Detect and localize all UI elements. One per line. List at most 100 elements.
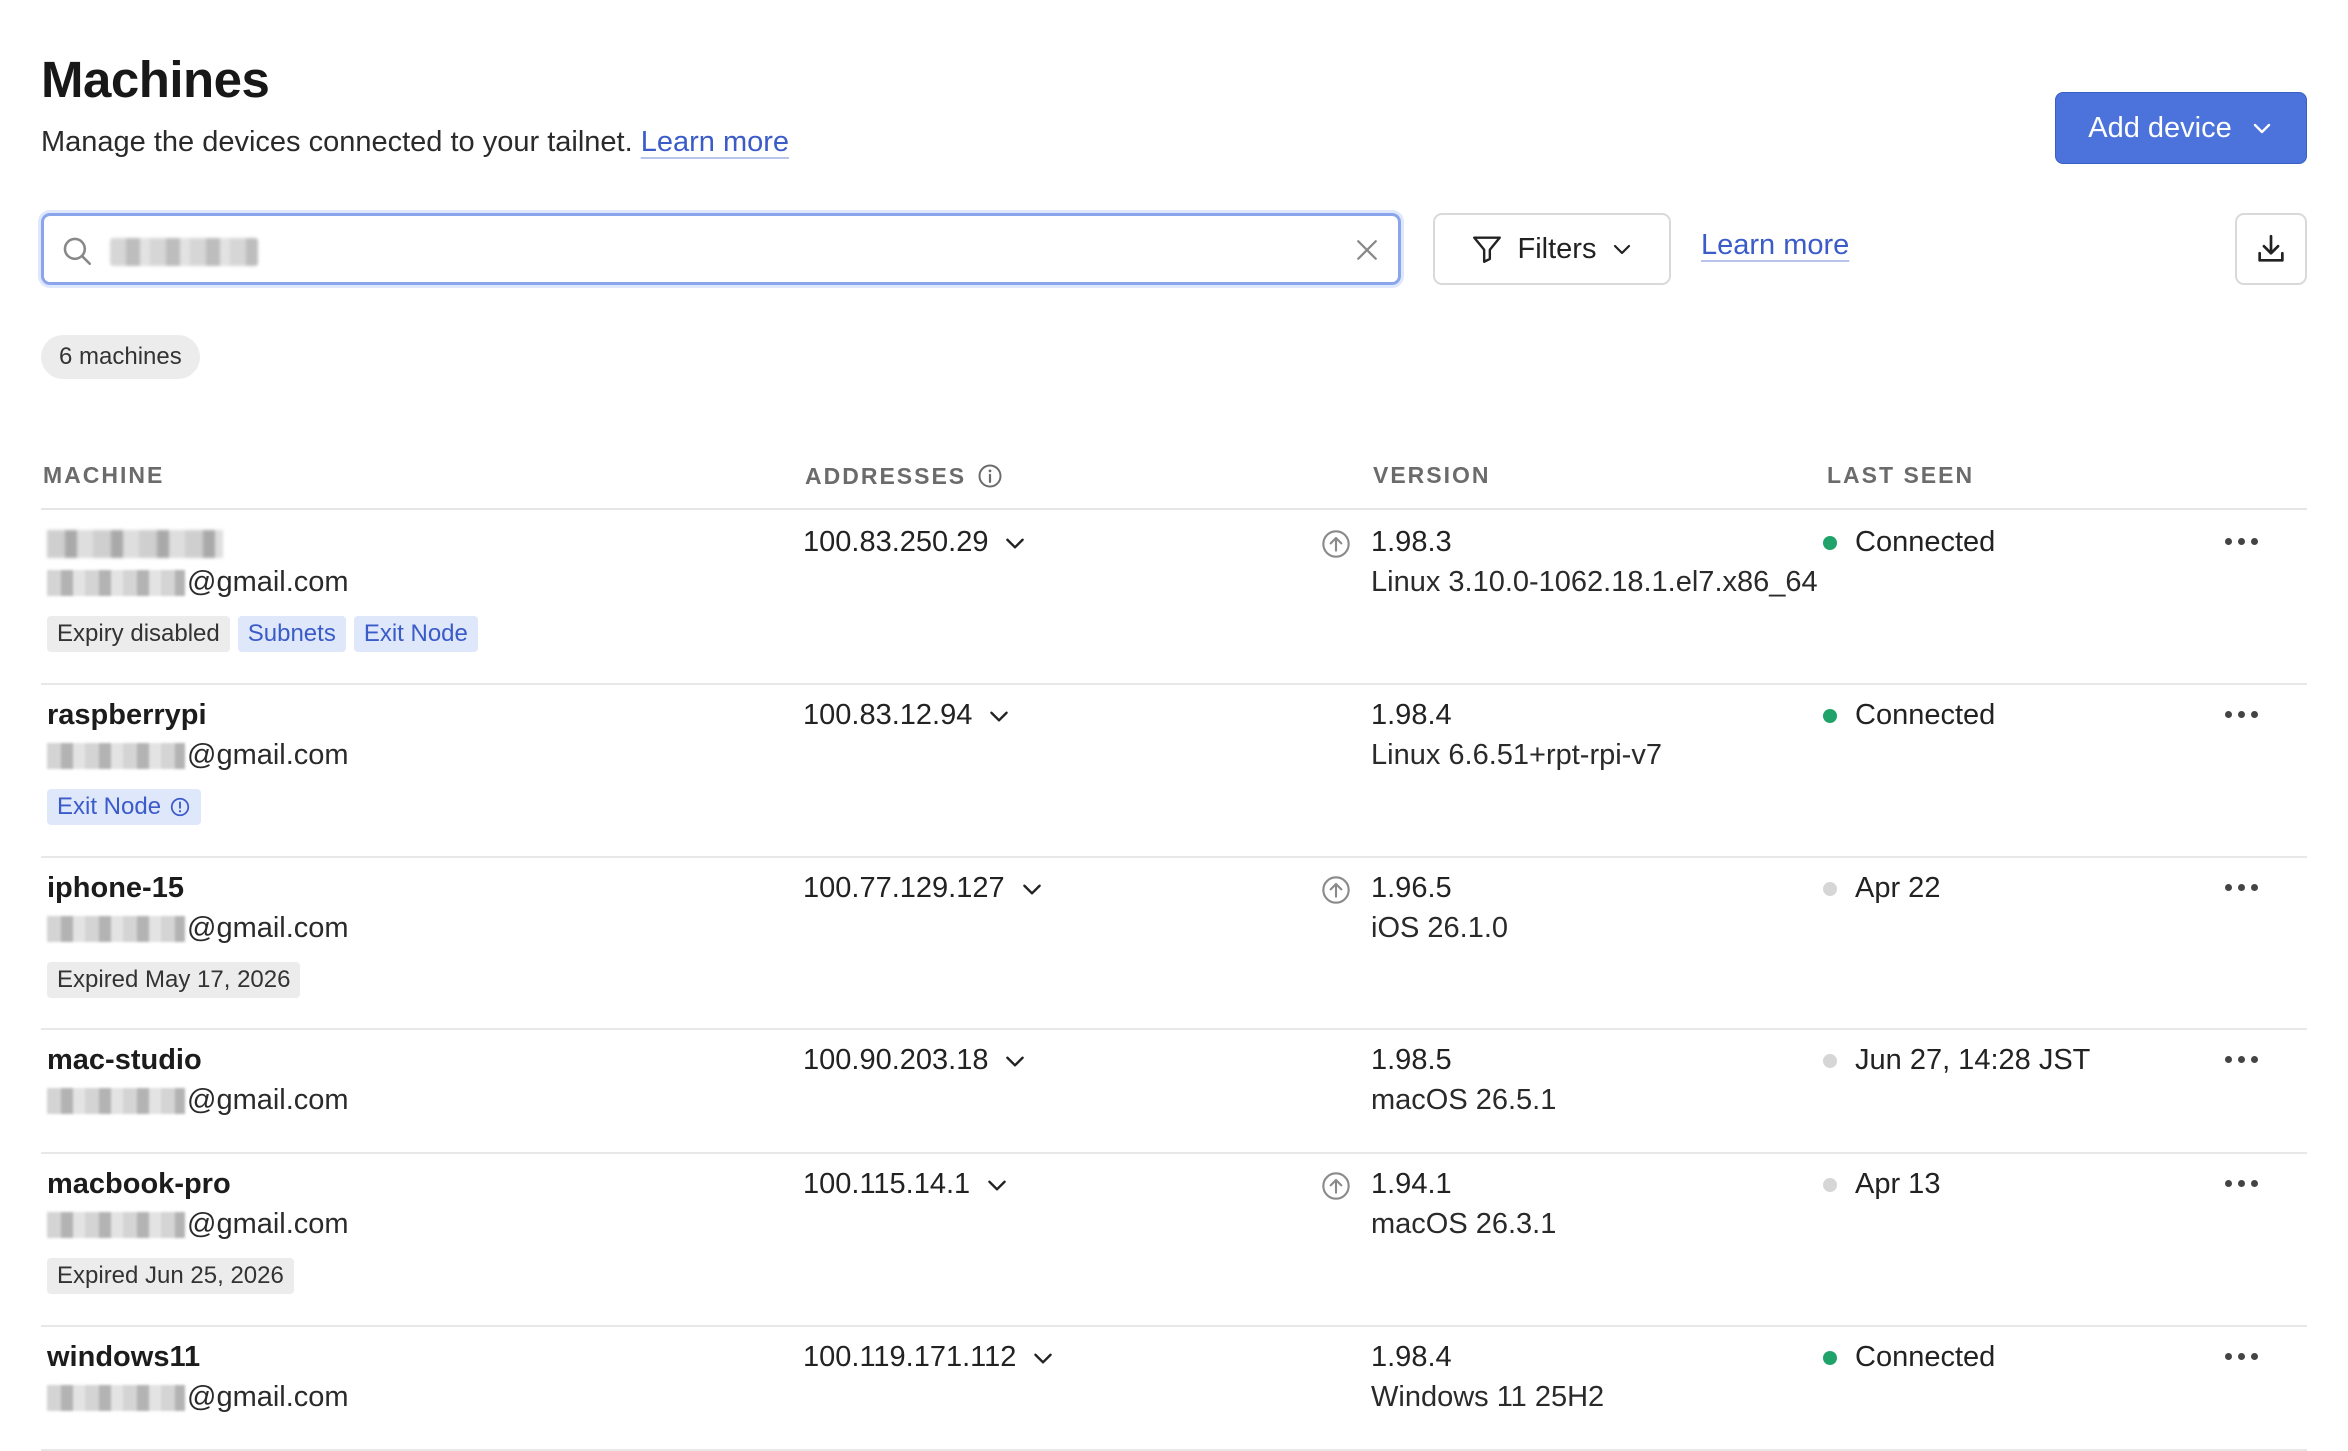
chevron-down-icon[interactable] <box>1002 530 1028 556</box>
owner-redacted <box>47 1211 185 1238</box>
last-seen-text: Connected <box>1855 526 1996 558</box>
operating-system: macOS 26.3.1 <box>1371 1208 1557 1240</box>
tag-badge: Expiry disabled <box>47 616 230 652</box>
machine-owner: @gmail.com <box>47 566 349 599</box>
info-icon[interactable] <box>169 796 191 818</box>
more-options-icon[interactable] <box>2225 1180 2258 1187</box>
last-seen: Connected <box>1823 526 1995 559</box>
search-input[interactable] <box>41 213 1401 285</box>
owner-email-domain: @gmail.com <box>187 1208 349 1240</box>
machine-name[interactable]: macbook-pro <box>47 1168 231 1201</box>
last-seen-text: Connected <box>1855 1341 1996 1373</box>
header-machine: MACHINE <box>43 462 165 488</box>
machine-address[interactable]: 100.77.129.127 <box>803 872 1045 905</box>
filters-learn-more-link[interactable]: Learn more <box>1701 229 1849 262</box>
ip-address[interactable]: 100.90.203.18 <box>803 1044 988 1077</box>
owner-email-domain: @gmail.com <box>187 566 349 598</box>
machine-name[interactable]: iphone-15 <box>47 872 184 905</box>
last-seen-text: Connected <box>1855 699 1996 731</box>
table-row: windows11 @gmail.com 100.119.171.112 1.98.4… <box>41 1325 2307 1451</box>
info-icon[interactable] <box>976 462 1004 490</box>
update-available-icon[interactable] <box>1320 874 1352 906</box>
machine-name[interactable]: mac-studio <box>47 1044 202 1077</box>
table-row: @gmail.com Expiry disabled Subnets Exit Nod… <box>41 510 2307 685</box>
chevron-down-icon <box>2253 123 2270 134</box>
learn-more-link[interactable]: Learn more <box>641 126 789 158</box>
machine-address[interactable]: 100.83.250.29 <box>803 526 1028 559</box>
tag-label: Exit Node <box>57 793 162 820</box>
table-row: raspberrypi @gmail.com Exit Node 100.83.12.… <box>41 683 2307 858</box>
chevron-down-icon[interactable] <box>986 703 1012 729</box>
chevron-down-icon[interactable] <box>1002 1048 1028 1074</box>
chevron-down-icon[interactable] <box>1019 876 1045 902</box>
operating-system: Linux 6.6.51+rpt-rpi-v7 <box>1371 739 1662 771</box>
machine-owner: @gmail.com <box>47 1084 349 1117</box>
more-options-icon[interactable] <box>2225 884 2258 891</box>
machine-tags: Expiry disabled Subnets Exit Node <box>47 616 478 652</box>
header-version: VERSION <box>1373 462 1491 488</box>
machine-address[interactable]: 100.83.12.94 <box>803 699 1012 732</box>
page-title: Machines <box>41 51 270 108</box>
tag-label: Expiry disabled <box>57 620 220 647</box>
status-dot <box>1823 881 1837 896</box>
update-available-icon[interactable] <box>1320 1170 1352 1202</box>
tag-badge: Exit Node <box>47 789 202 825</box>
ip-address[interactable]: 100.83.250.29 <box>803 526 988 559</box>
tag-badge: Expired May 17, 2026 <box>47 962 301 998</box>
more-options-icon[interactable] <box>2225 538 2258 545</box>
header-last-seen: LAST SEEN <box>1827 462 1975 488</box>
client-version: 1.94.1 <box>1371 1168 1452 1200</box>
operating-system: macOS 26.5.1 <box>1371 1084 1557 1116</box>
owner-redacted <box>47 915 185 942</box>
more-options-icon[interactable] <box>2225 711 2258 718</box>
ip-address[interactable]: 100.119.171.112 <box>803 1341 1016 1374</box>
machine-name[interactable]: raspberrypi <box>47 699 207 732</box>
machine-name-redacted[interactable] <box>47 530 223 558</box>
header-addresses: ADDRESSES <box>805 462 1004 490</box>
machine-tags: Expired Jun 25, 2026 <box>47 1258 294 1294</box>
machine-tags: Expired May 17, 2026 <box>47 962 301 998</box>
filter-icon <box>1472 236 1501 263</box>
owner-redacted <box>47 1384 185 1411</box>
operating-system: iOS 26.1.0 <box>1371 912 1509 944</box>
close-icon[interactable] <box>1352 235 1382 265</box>
table-row: iphone-15 @gmail.com Expired May 17, 2026 1… <box>41 856 2307 1030</box>
more-options-icon[interactable] <box>2225 1056 2258 1063</box>
machine-address[interactable]: 100.90.203.18 <box>803 1044 1028 1077</box>
tag-label: Expired Jun 25, 2026 <box>57 1262 284 1289</box>
tag-badge: Subnets <box>237 616 346 652</box>
more-options-icon[interactable] <box>2225 1353 2258 1360</box>
machine-address[interactable]: 100.119.171.112 <box>803 1341 1056 1374</box>
status-dot <box>1823 1177 1837 1192</box>
status-dot <box>1823 1053 1837 1068</box>
filters-button[interactable]: Filters <box>1433 213 1671 285</box>
download-button[interactable] <box>2235 213 2307 285</box>
search-icon <box>63 237 92 266</box>
last-seen: Apr 13 <box>1823 1168 1940 1201</box>
tag-label: Exit Node <box>363 620 468 647</box>
last-seen-text: Apr 13 <box>1855 1168 1941 1200</box>
machine-name[interactable]: windows11 <box>47 1341 200 1374</box>
last-seen: Connected <box>1823 699 1995 732</box>
ip-address[interactable]: 100.115.14.1 <box>803 1168 970 1201</box>
last-seen: Jun 27, 14:28 JST <box>1823 1044 2090 1077</box>
update-available-icon[interactable] <box>1320 528 1352 560</box>
status-dot <box>1823 535 1837 550</box>
owner-email-domain: @gmail.com <box>187 912 349 944</box>
machine-tags: Exit Node <box>47 789 202 825</box>
add-device-label: Add device <box>2088 111 2232 144</box>
client-version: 1.98.4 <box>1371 1341 1452 1373</box>
owner-email-domain: @gmail.com <box>187 1381 349 1413</box>
chevron-down-icon[interactable] <box>984 1172 1010 1198</box>
machine-address[interactable]: 100.115.14.1 <box>803 1168 1010 1201</box>
tag-badge: Exit Node <box>353 616 478 652</box>
chevron-down-icon[interactable] <box>1030 1345 1056 1371</box>
machine-count-badge: 6 machines <box>41 335 200 379</box>
ip-address[interactable]: 100.77.129.127 <box>803 872 1005 905</box>
ip-address[interactable]: 100.83.12.94 <box>803 699 972 732</box>
filters-label: Filters <box>1517 232 1597 265</box>
owner-redacted <box>47 1087 185 1114</box>
add-device-button[interactable]: Add device <box>2055 92 2307 164</box>
owner-redacted <box>47 742 185 769</box>
owner-email-domain: @gmail.com <box>187 1084 349 1116</box>
